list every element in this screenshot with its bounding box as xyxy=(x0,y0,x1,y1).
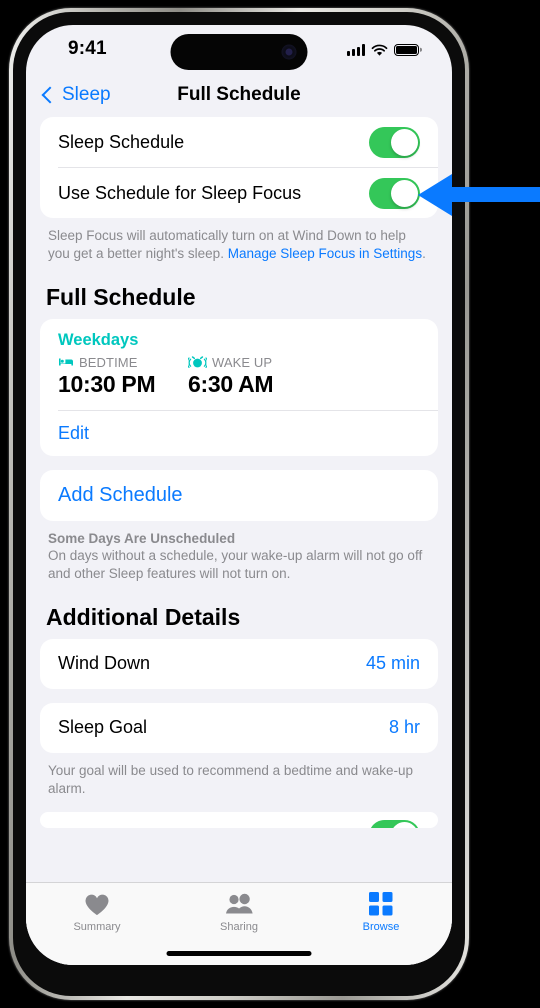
tab-label: Summary xyxy=(73,921,121,933)
bed-icon xyxy=(59,358,73,366)
cellular-bars-icon xyxy=(347,44,365,56)
battery-icon xyxy=(394,43,419,56)
sleep-goal-footnote: Your goal will be used to recommend a be… xyxy=(48,762,413,796)
weekdays-schedule-card: Weekdays BEDTIME 10:30 PM WAKE UP 6:30 A… xyxy=(40,318,438,456)
row-wind-down[interactable]: Wind Down 45 min xyxy=(40,639,438,689)
status-time: 9:41 xyxy=(68,38,107,59)
bedtime-column: BEDTIME 10:30 PM xyxy=(58,355,188,398)
partial-next-card[interactable] xyxy=(40,811,438,828)
bedtime-caption: BEDTIME xyxy=(58,355,188,370)
wind-down-value: 45 min xyxy=(365,653,420,674)
wakeup-caption: WAKE UP xyxy=(188,355,318,370)
edit-schedule-button[interactable]: Edit xyxy=(40,411,438,456)
additional-details-section-header: Additional Details xyxy=(46,603,241,630)
back-button-label: Sleep xyxy=(62,84,111,105)
schedule-days-label: Weekdays xyxy=(58,330,139,349)
settings-scroll-content[interactable]: Sleep Schedule Use Schedule for Sleep Fo… xyxy=(26,117,452,965)
people-icon xyxy=(224,891,254,917)
row-use-schedule-for-sleep-focus[interactable]: Use Schedule for Sleep Focus xyxy=(40,168,438,218)
sleep-goal-card: Sleep Goal 8 hr xyxy=(40,702,438,753)
heart-icon xyxy=(84,891,110,917)
sleep-schedule-card: Sleep Schedule Use Schedule for Sleep Fo… xyxy=(40,117,438,218)
tab-summary[interactable]: Summary xyxy=(26,891,168,965)
sleep-schedule-toggle[interactable] xyxy=(369,126,420,158)
schedule-summary[interactable]: Weekdays BEDTIME 10:30 PM WAKE UP 6:30 A… xyxy=(40,319,438,410)
chevron-left-icon xyxy=(41,86,59,104)
phone-screen: 9:41 Sleep Full Schedule Sleep Schedule … xyxy=(26,25,452,965)
grid-squares-icon xyxy=(369,891,393,917)
phone-bezel: 9:41 Sleep Full Schedule Sleep Schedule … xyxy=(13,12,465,996)
unscheduled-note-body: On days without a schedule, your wake-up… xyxy=(48,547,423,581)
unscheduled-note-title: Some Days Are Unscheduled xyxy=(48,530,236,546)
dynamic-island xyxy=(170,34,308,70)
bedtime-value: 10:30 PM xyxy=(58,370,156,397)
row-label: Sleep Schedule xyxy=(58,131,185,152)
row-label: Sleep Goal xyxy=(58,717,148,738)
tab-bar: Summary Sharing Browse xyxy=(26,882,452,965)
wakeup-caption-text: WAKE UP xyxy=(212,354,273,370)
row-label: Use Schedule for Sleep Focus xyxy=(58,182,302,203)
alarm-clock-icon xyxy=(188,356,207,368)
tab-label: Sharing xyxy=(220,921,258,933)
manage-sleep-focus-link[interactable]: Manage Sleep Focus in Settings xyxy=(228,246,422,261)
partial-toggle[interactable] xyxy=(369,819,420,828)
add-schedule-button[interactable]: Add Schedule xyxy=(40,470,438,521)
add-schedule-card: Add Schedule xyxy=(40,469,438,521)
wind-down-card: Wind Down 45 min xyxy=(40,638,438,689)
navigation-bar: Sleep Full Schedule xyxy=(26,73,452,117)
bedtime-caption-text: BEDTIME xyxy=(79,354,138,370)
wifi-icon xyxy=(371,44,388,56)
row-label: Wind Down xyxy=(58,653,151,674)
sleep-focus-footnote: Sleep Focus will automatically turn on a… xyxy=(48,227,430,263)
footnote-text-after: . xyxy=(422,245,426,261)
sleep-focus-toggle[interactable] xyxy=(369,177,420,209)
tab-label: Browse xyxy=(362,921,400,933)
row-sleep-schedule[interactable]: Sleep Schedule xyxy=(40,117,438,167)
back-button[interactable]: Sleep xyxy=(41,84,111,106)
status-bar: 9:41 xyxy=(26,25,452,73)
full-schedule-section-header: Full Schedule xyxy=(46,283,196,310)
sleep-goal-value: 8 hr xyxy=(388,717,420,738)
status-icons xyxy=(347,41,419,56)
wakeup-value: 6:30 AM xyxy=(188,370,274,397)
tab-browse[interactable]: Browse xyxy=(310,891,452,965)
home-indicator xyxy=(166,951,312,956)
phone-frame: 9:41 Sleep Full Schedule Sleep Schedule … xyxy=(9,8,469,1000)
wakeup-column: WAKE UP 6:30 AM xyxy=(188,355,318,398)
front-camera-icon xyxy=(281,44,297,60)
row-sleep-goal[interactable]: Sleep Goal 8 hr xyxy=(40,703,438,753)
